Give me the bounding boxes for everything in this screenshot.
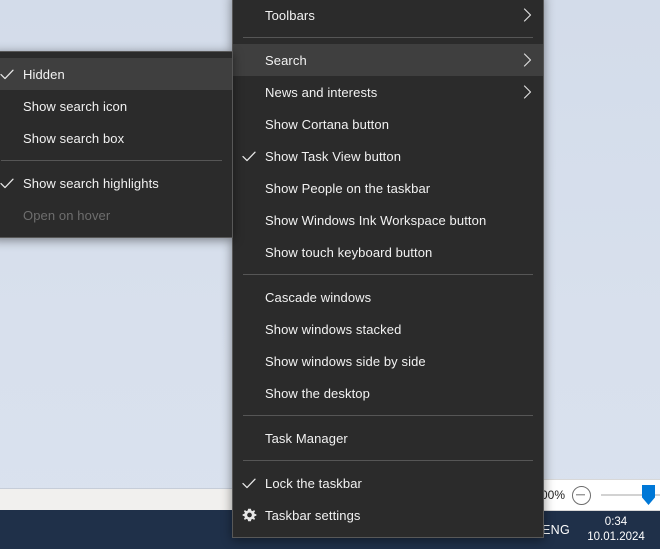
menu-item-taskbar-settings[interactable]: Taskbar settings	[233, 499, 543, 531]
menu-item-label: News and interests	[265, 84, 378, 100]
volume-slider-thumb[interactable]	[642, 485, 655, 505]
menu-item-label: Open on hover	[23, 207, 111, 223]
check-icon	[0, 178, 23, 189]
menu-item-label: Show windows side by side	[265, 353, 426, 369]
clock[interactable]: 0:34 10.01.2024	[582, 515, 654, 544]
menu-item-label: Show Windows Ink Workspace button	[265, 212, 487, 228]
menu-item-label: Show windows stacked	[265, 321, 402, 337]
submenu-item-open-on-hover: Open on hover	[0, 199, 232, 231]
volume-percent-label: 00%	[541, 488, 566, 502]
menu-item-label: Show touch keyboard button	[265, 244, 433, 260]
language-indicator[interactable]: ENG	[540, 523, 572, 537]
menu-item-label: Show People on the taskbar	[265, 180, 431, 196]
menu-item-show-cortana-button[interactable]: Show Cortana button	[233, 108, 543, 140]
menu-item-label: Show search box	[23, 130, 125, 146]
menu-item-label: Show search highlights	[23, 175, 159, 191]
search-submenu[interactable]: Hidden Show search icon Show search box Sho…	[0, 51, 233, 238]
taskbar-context-menu[interactable]: Toolbars Search News and interests Show Cor…	[232, 0, 544, 538]
menu-item-label: Hidden	[23, 66, 65, 82]
clock-date: 10.01.2024	[587, 530, 645, 543]
menu-item-show-the-desktop[interactable]: Show the desktop	[233, 377, 543, 409]
menu-item-label: Taskbar settings	[265, 507, 361, 523]
menu-item-task-manager[interactable]: Task Manager	[233, 422, 543, 454]
menu-item-label: Search	[265, 52, 307, 68]
submenu-item-show-search-highlights[interactable]: Show search highlights	[0, 167, 232, 199]
menu-item-label: Show the desktop	[265, 385, 370, 401]
menu-item-label: Show Task View button	[265, 148, 402, 164]
chevron-right-icon	[523, 8, 532, 22]
submenu-item-hidden[interactable]: Hidden	[0, 58, 232, 90]
menu-item-show-task-view-button[interactable]: Show Task View button	[233, 140, 543, 172]
check-icon	[233, 151, 265, 162]
check-icon	[233, 478, 265, 489]
clock-time: 0:34	[604, 516, 628, 529]
chevron-right-icon	[523, 85, 532, 99]
check-icon	[0, 69, 23, 80]
menu-item-search[interactable]: Search	[233, 44, 543, 76]
volume-flyout[interactable]: 00%	[528, 479, 660, 511]
gear-icon	[233, 508, 265, 523]
menu-separator	[243, 460, 533, 461]
menu-item-label: Lock the taskbar	[265, 475, 362, 491]
menu-item-show-touch-keyboard-button[interactable]: Show touch keyboard button	[233, 236, 543, 268]
volume-slider[interactable]	[601, 485, 660, 505]
screen: ENG 0:34 10.01.2024 00% Toolbars Search Ne…	[0, 0, 660, 549]
submenu-item-show-search-box[interactable]: Show search box	[0, 122, 232, 154]
menu-item-lock-the-taskbar[interactable]: Lock the taskbar	[233, 467, 543, 499]
menu-item-show-windows-ink-workspace-button[interactable]: Show Windows Ink Workspace button	[233, 204, 543, 236]
menu-separator	[243, 37, 533, 38]
mute-icon[interactable]	[572, 485, 592, 505]
menu-item-news-and-interests[interactable]: News and interests	[233, 76, 543, 108]
menu-item-show-people-on-the-taskbar[interactable]: Show People on the taskbar	[233, 172, 543, 204]
menu-item-label: Show search icon	[23, 98, 128, 114]
menu-item-show-windows-stacked[interactable]: Show windows stacked	[233, 313, 543, 345]
menu-item-label: Toolbars	[265, 7, 315, 23]
menu-item-show-windows-side-by-side[interactable]: Show windows side by side	[233, 345, 543, 377]
menu-item-label: Cascade windows	[265, 289, 372, 305]
menu-item-label: Task Manager	[265, 430, 348, 446]
menu-item-cascade-windows[interactable]: Cascade windows	[233, 281, 543, 313]
menu-item-toolbars[interactable]: Toolbars	[233, 0, 543, 31]
menu-separator	[1, 160, 222, 161]
submenu-item-show-search-icon[interactable]: Show search icon	[0, 90, 232, 122]
menu-item-label: Show Cortana button	[265, 116, 390, 132]
menu-separator	[243, 274, 533, 275]
chevron-right-icon	[523, 53, 532, 67]
menu-separator	[243, 415, 533, 416]
